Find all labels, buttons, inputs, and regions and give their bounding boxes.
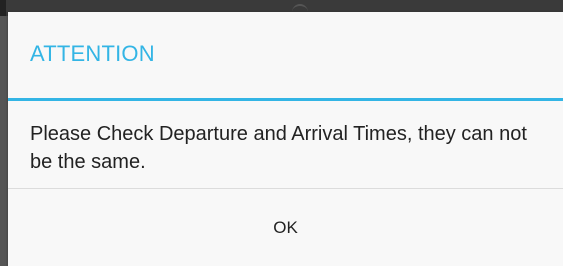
ok-button[interactable]: OK [8, 189, 563, 266]
title-divider [8, 98, 563, 101]
background-shade [0, 16, 8, 266]
alert-dialog: ATTENTION Please Check Departure and Arr… [8, 12, 563, 266]
dialog-message: Please Check Departure and Arrival Times… [30, 123, 527, 173]
dialog-title: ATTENTION [30, 41, 155, 66]
background-edge [0, 0, 6, 16]
